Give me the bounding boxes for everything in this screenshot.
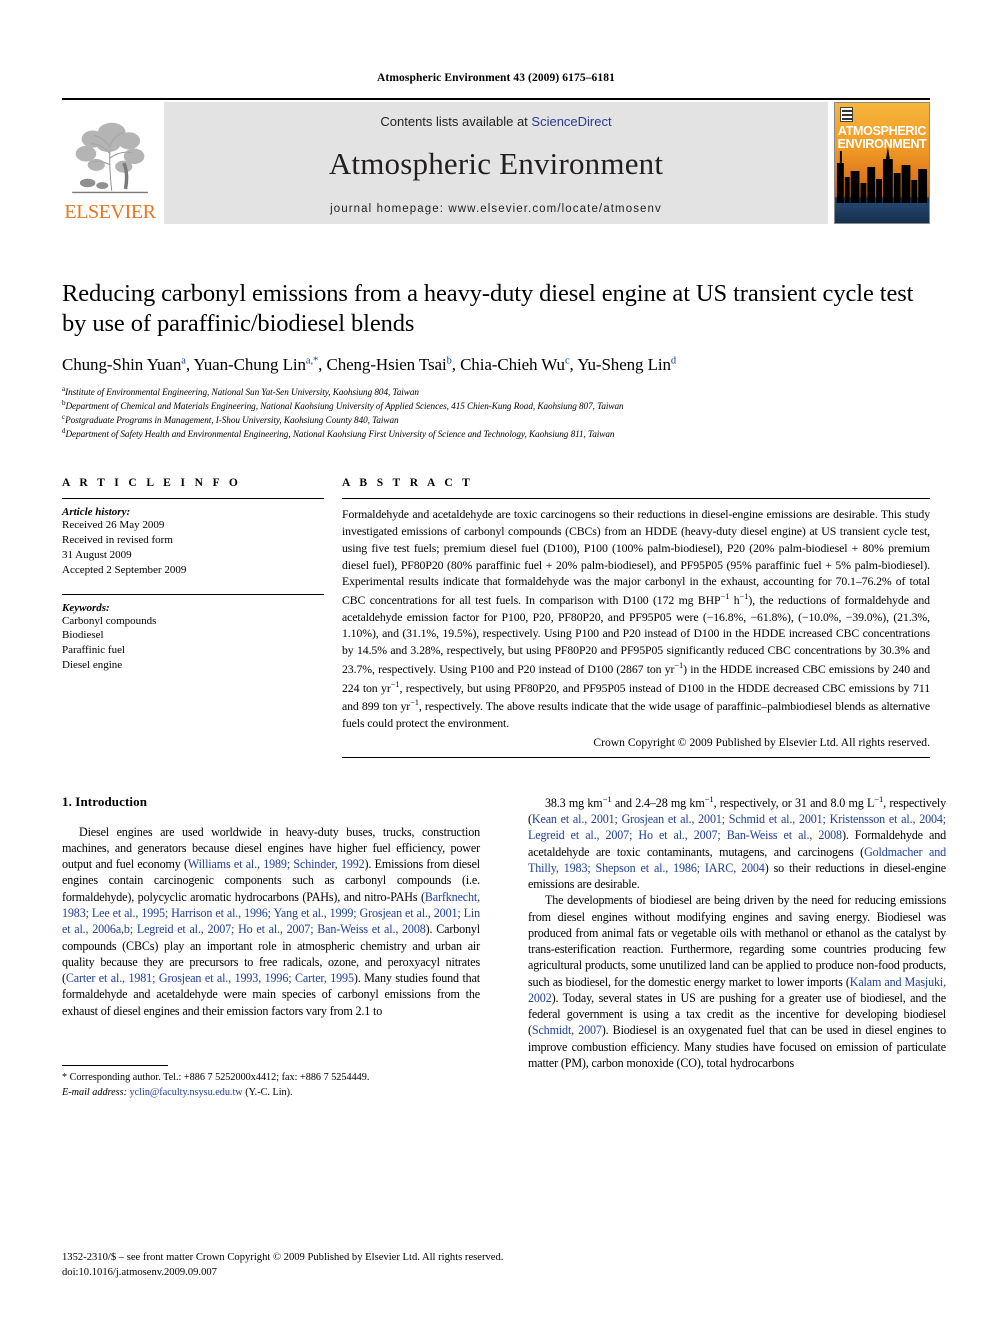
elsevier-wordmark: ELSEVIER (64, 201, 156, 223)
abstract-copyright: Crown Copyright © 2009 Published by Else… (593, 735, 930, 749)
contents-prefix: Contents lists available at (380, 114, 532, 129)
journal-homepage-link[interactable]: journal homepage: www.elsevier.com/locat… (330, 203, 662, 215)
affiliation-text: Department of Chemical and Materials Eng… (65, 400, 624, 411)
footnote-email-link[interactable]: yclin@faculty.nsysu.edu.tw (130, 1087, 243, 1098)
body-columns: 1. Introduction Diesel engines are used … (62, 794, 946, 1101)
abstract-bottom-divider (342, 756, 930, 758)
author-name: Yu-Sheng Lin (577, 354, 671, 374)
author-name: Yuan-Chung Lin (193, 354, 306, 374)
keyword-item: Carbonyl compounds (62, 614, 157, 627)
cover-publisher-mark-icon (840, 107, 853, 122)
cover-water-band (835, 203, 929, 223)
article-info-column: A R T I C L E I N F O Article history: R… (62, 477, 324, 757)
title-block: Reducing carbonyl emissions from a heavy… (62, 279, 930, 441)
author-name: Cheng-Hsien Tsai (326, 354, 447, 374)
footnote-rule (62, 1064, 168, 1066)
footnote-email-person: (Y.-C. Lin). (245, 1086, 293, 1098)
introduction-paragraph-right-2: The developments of biodiesel are being … (528, 893, 946, 1070)
keyword-item: Paraffinic fuel (62, 644, 126, 657)
keyword-item: Diesel engine (62, 659, 123, 672)
author-name: Chia-Chieh Wu (460, 354, 565, 374)
footnote-email-line: E-mail address: yclin@faculty.nsysu.edu.… (62, 1086, 480, 1101)
affiliation-text: Institute of Environmental Engineering, … (65, 386, 419, 397)
abstract-heading: A B S T R A C T (342, 477, 474, 490)
body-column-left: 1. Introduction Diesel engines are used … (62, 794, 480, 1101)
abstract-text: Formaldehyde and acetaldehyde are toxic … (342, 507, 931, 730)
introduction-paragraph-right-1: 38.3 mg km−1 and 2.4–28 mg km−1, respect… (528, 793, 947, 892)
info-abstract-row: A R T I C L E I N F O Article history: R… (62, 477, 931, 758)
affiliation-item: bDepartment of Chemical and Materials En… (62, 399, 930, 413)
article-history-item: 31 August 2009 (62, 548, 132, 561)
introduction-heading: 1. Introduction (62, 793, 148, 809)
contents-lists-line: Contents lists available at ScienceDirec… (380, 114, 611, 129)
author-affiliation-mark: a,* (305, 355, 319, 367)
header-divider (62, 98, 930, 100)
affiliation-item: dDepartment of Safety Health and Environ… (62, 427, 930, 441)
journal-cover-thumbnail: ATMOSPHERIC ENVIRONMENT (834, 102, 930, 224)
abstract-divider (342, 498, 930, 500)
elsevier-logo: ELSEVIER (62, 102, 158, 224)
elsevier-tree-icon (67, 115, 153, 201)
affiliation-text: Postgraduate Programs in Management, I-S… (65, 415, 399, 426)
abstract-column: A B S T R A C T Formaldehyde and acetald… (342, 477, 931, 758)
article-history-item: Received in revised form (62, 534, 173, 547)
article-info-heading: A R T I C L E I N F O (62, 477, 242, 490)
article-history-item: Accepted 2 September 2009 (62, 563, 187, 576)
article-info-divider (62, 498, 324, 500)
article-history-item: Received 26 May 2009 (62, 519, 165, 532)
running-head: Atmospheric Environment 43 (2009) 6175–6… (377, 72, 615, 84)
issn-copyright-line: 1352-2310/$ – see front matter Crown Cop… (62, 1251, 504, 1263)
article-title: Reducing carbonyl emissions from a heavy… (62, 280, 914, 337)
body-column-right: 38.3 mg km−1 and 2.4–28 mg km−1, respect… (528, 794, 946, 1101)
author-affiliation-mark: d (670, 355, 677, 367)
article-history-label: Article history: (62, 506, 131, 519)
page-footer: 1352-2310/$ – see front matter Crown Cop… (62, 1250, 930, 1280)
footnote-email-label: E-mail address: (62, 1086, 127, 1098)
keyword-item: Biodiesel (62, 629, 104, 642)
city-skyline-icon (836, 147, 928, 203)
corresponding-author-footnote: * Corresponding author. Tel.: +886 7 525… (62, 1064, 480, 1101)
author-name: Chung-Shin Yuan (62, 354, 182, 374)
keywords-divider (62, 593, 324, 595)
affiliation-item: aInstitute of Environmental Engineering,… (62, 385, 930, 399)
author-list: Chung-Shin Yuana, Yuan-Chung Lina,*, Che… (62, 355, 930, 375)
affiliation-list: aInstitute of Environmental Engineering,… (62, 385, 930, 442)
author-separator: , (451, 354, 461, 374)
affiliation-item: cPostgraduate Programs in Management, I-… (62, 413, 930, 427)
keyword-lines: Carbonyl compounds Biodiesel Paraffinic fu… (62, 614, 324, 673)
article-history-lines: Received 26 May 2009 Received in revised … (62, 518, 324, 577)
sciencedirect-link[interactable]: ScienceDirect (531, 114, 611, 129)
journal-masthead: ELSEVIER Contents lists available at Sci… (62, 102, 930, 224)
article-page: Atmospheric Environment 43 (2009) 6175–6… (0, 0, 992, 1323)
footnote-corresponding-line: * Corresponding author. Tel.: +886 7 525… (62, 1071, 370, 1083)
keywords-label: Keywords: (62, 601, 110, 614)
affiliation-text: Department of Safety Health and Environm… (65, 429, 615, 440)
introduction-paragraph-left: Diesel engines are used worldwide in hea… (62, 824, 481, 1018)
masthead-center: Contents lists available at ScienceDirec… (164, 102, 828, 224)
doi-line: doi:10.1016/j.atmosenv.2009.09.007 (62, 1266, 217, 1278)
journal-title: Atmospheric Environment (328, 146, 664, 181)
